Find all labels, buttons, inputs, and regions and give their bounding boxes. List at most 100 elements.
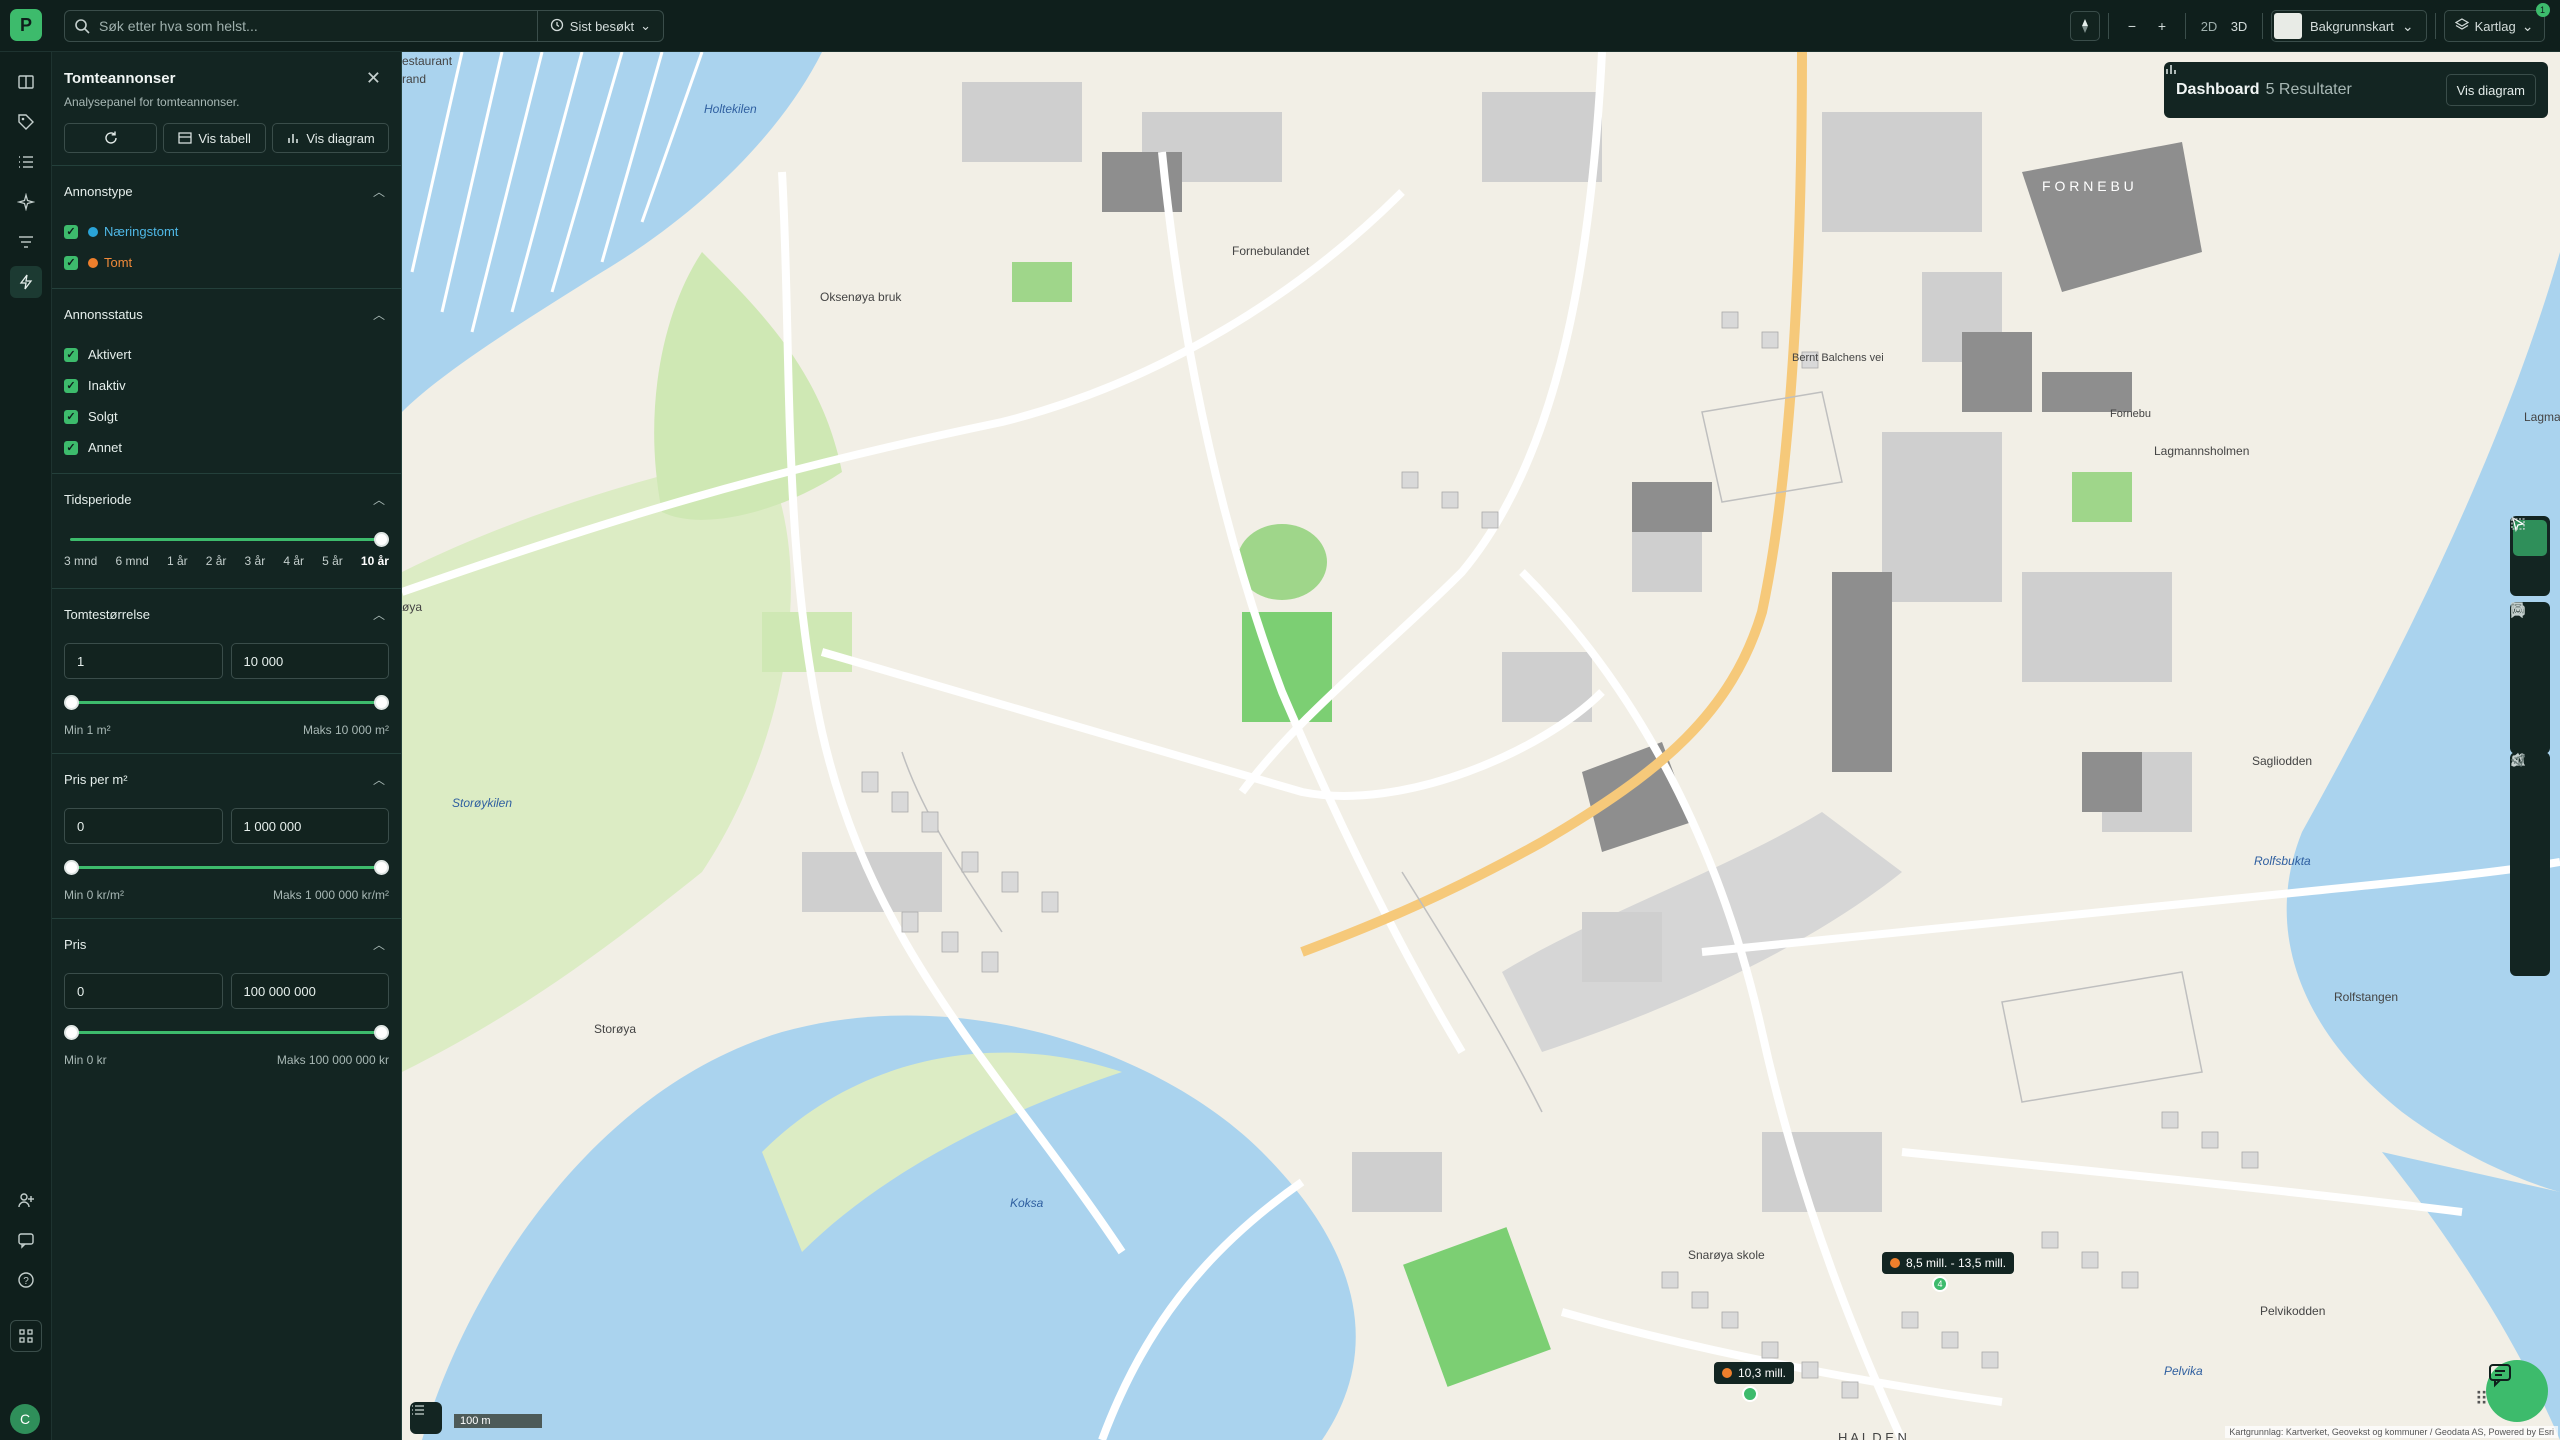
route-icon[interactable] [2510,753,2550,900]
dashboard-chart-button[interactable]: Vis diagram [2166,65,2536,106]
size-max-input[interactable]: 10 000 [230,643,389,679]
search-input[interactable] [99,18,537,34]
show-table-label: Vis tabell [198,130,251,146]
recent-dropdown[interactable]: Sist besøkt ⌄ [536,11,663,41]
period-slider[interactable] [64,530,389,548]
checkbox-checked[interactable]: ✓ [64,224,78,239]
show-table-button[interactable]: Vis tabell [163,123,267,153]
ppm-min-input[interactable]: 0 [64,808,223,844]
price-tag[interactable]: 8,5 mill. - 13,5 mill. [1882,1252,2015,1274]
dashboard-card: Dashboard 5 Resultater Vis diagram [2164,62,2548,118]
map-label: øya [402,600,423,614]
basemap-dropdown[interactable]: Bakgrunnskart ⌄ [2271,10,2427,42]
slider-handle[interactable] [374,532,389,547]
checkbox-row[interactable]: ✓ Solgt [64,401,389,432]
section-header[interactable]: Tomtestørrelse ︿ [64,589,389,639]
select-box-icon[interactable] [2510,518,2550,592]
checkbox-checked[interactable]: ✓ [64,347,78,362]
close-icon[interactable]: ✕ [366,68,381,89]
mode-2d-button[interactable]: 2D [2194,11,2224,41]
help-icon[interactable]: ? [10,1264,42,1296]
layers-dropdown[interactable]: Kartlag ⌄ 1 [2443,3,2550,42]
tick-label[interactable]: 3 år [245,554,266,568]
sparkle-icon[interactable] [10,186,42,218]
tick-label[interactable]: 3 mnd [64,554,97,568]
checkbox-checked[interactable]: ✓ [64,378,78,393]
location-pin[interactable] [1742,1386,1758,1402]
sun-icon[interactable] [2510,756,2550,828]
min-label: Min 0 kr [64,1053,107,1067]
camera-icon[interactable] [2510,605,2550,714]
price-slider[interactable] [64,1023,389,1041]
checkbox-row[interactable]: ✓ Aktivert [64,339,389,370]
section-header[interactable]: Pris per m² ︿ [64,754,389,804]
tick-label[interactable]: 4 år [283,554,304,568]
show-chart-button[interactable]: Vis diagram [272,123,389,153]
user-avatar[interactable]: C [10,1404,40,1434]
scale-bar: 100 m [454,1414,542,1428]
slider-handle-min[interactable] [64,695,79,710]
search-box[interactable]: Sist besøkt ⌄ [64,10,664,42]
checkbox-checked[interactable]: ✓ [64,255,78,270]
checkbox-row[interactable]: ✓ Næringstomt [64,216,389,247]
tick-label[interactable]: 6 mnd [115,554,148,568]
refresh-button[interactable] [64,123,158,153]
chevron-up-icon: ︿ [372,937,385,952]
tick-label[interactable]: 5 år [322,554,343,568]
section-header[interactable]: Annonstype ︿ [64,166,389,216]
print-icon[interactable] [2510,603,2550,678]
tag-icon[interactable] [10,106,42,138]
min-label: Min 1 m² [64,723,111,737]
svg-text:?: ? [23,1276,29,1287]
price-tag[interactable]: 10,3 mill. [1714,1362,1795,1384]
map-canvas[interactable]: Holtekilen Fornebulandet Oksenøya bruk F… [402,52,2560,1440]
checkbox-row[interactable]: ✓ Inaktiv [64,370,389,401]
size-slider[interactable] [64,693,389,711]
type-dot-orange [88,257,98,268]
legend-button[interactable] [410,1402,442,1434]
apps-grid-icon[interactable] [10,1320,42,1352]
toolbar-divider [2185,13,2186,39]
slider-handle-min[interactable] [64,1025,79,1040]
book-icon[interactable] [10,66,42,98]
slider-handle-max[interactable] [374,1025,389,1040]
slider-handle-max[interactable] [374,695,389,710]
section-header[interactable]: Pris ︿ [64,919,389,969]
zoom-out-button[interactable]: − [2117,11,2147,41]
map-label: Rolfstangen [2334,990,2399,1004]
tick-label[interactable]: 2 år [206,554,227,568]
tick-label-selected[interactable]: 10 år [361,554,389,568]
user-add-icon[interactable] [10,1184,42,1216]
basemap-label: Bakgrunnskart [2310,18,2394,34]
chevron-left-icon[interactable] [2510,753,2550,972]
chevron-down-icon: ⌄ [2401,17,2414,34]
checkbox-checked[interactable]: ✓ [64,440,78,455]
ppm-max-input[interactable]: 1 000 000 [230,808,389,844]
mode-3d-button[interactable]: 3D [2224,11,2254,41]
checkbox-row[interactable]: ✓ Annet [64,432,389,463]
filter-icon[interactable] [10,226,42,258]
compass-button[interactable] [2070,11,2100,41]
price-min-input[interactable]: 0 [64,973,223,1009]
section-header[interactable]: Annonsstatus ︿ [64,289,389,339]
send-icon[interactable] [2510,753,2550,936]
triangle-icon[interactable] [2510,752,2550,864]
slider-handle-max[interactable] [374,860,389,875]
chat-button[interactable] [2486,1360,2548,1422]
lightning-icon[interactable] [10,266,42,298]
checkbox-checked[interactable]: ✓ [64,409,78,424]
zoom-in-button[interactable]: + [2147,11,2177,41]
checkbox-row[interactable]: ✓ Tomt [64,247,389,278]
size-min-input[interactable]: 1 [64,643,223,679]
ppm-slider[interactable] [64,858,389,876]
section-header[interactable]: Tidsperiode ︿ [64,474,389,524]
locate-icon[interactable] [2510,604,2550,750]
price-max-input[interactable]: 100 000 000 [230,973,389,1009]
app-logo[interactable]: P [10,9,42,41]
message-icon[interactable] [10,1224,42,1256]
slider-handle-min[interactable] [64,860,79,875]
list-icon[interactable] [10,146,42,178]
layers-label: Kartlag [2474,18,2516,34]
cluster-pin[interactable]: 4 [1932,1276,1948,1292]
tick-label[interactable]: 1 år [167,554,188,568]
